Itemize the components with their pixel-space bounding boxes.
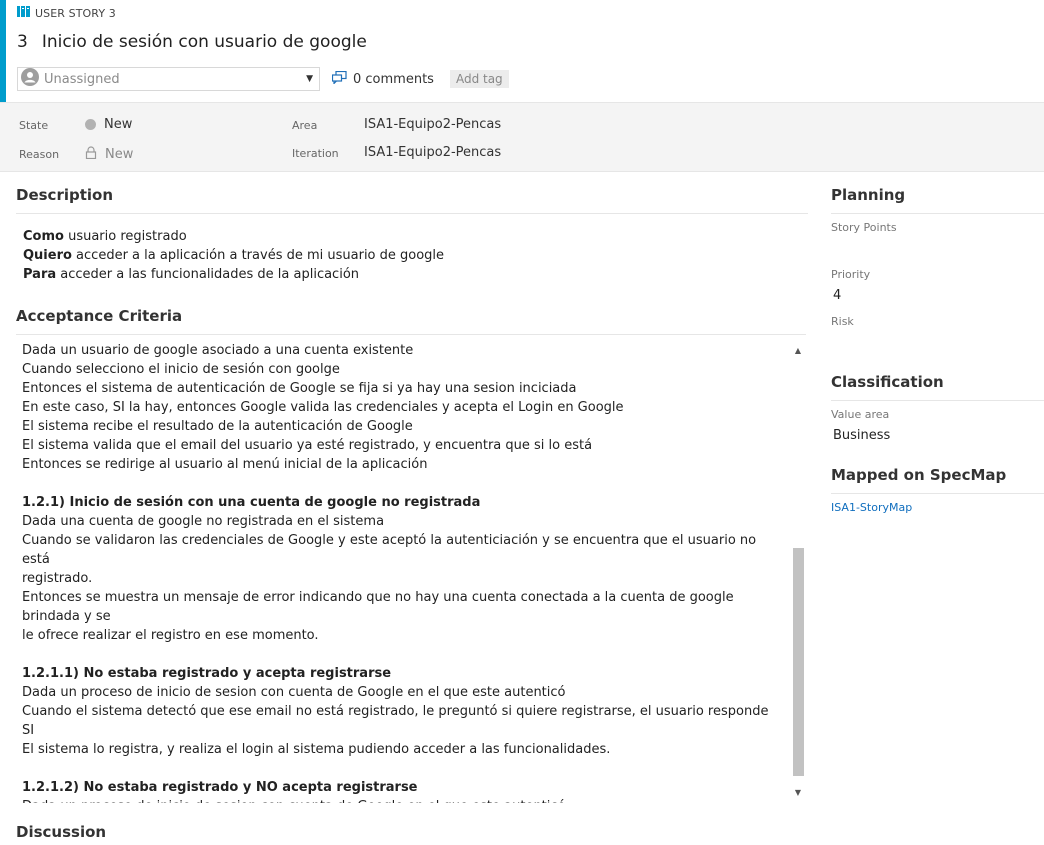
acceptance-line: Entonces el sistema de autenticación de …: [22, 381, 577, 396]
description-field[interactable]: Como usuario registrado Quiero acceder a …: [23, 227, 444, 284]
comments-link[interactable]: 0 comments: [331, 70, 434, 88]
acceptance-line: registrado.: [22, 571, 93, 586]
iteration-value[interactable]: ISA1-Equipo2-Pencas: [364, 145, 501, 160]
description-line: Como usuario registrado: [23, 227, 444, 246]
acceptance-criteria-title: Acceptance Criteria: [16, 307, 183, 325]
area-value[interactable]: ISA1-Equipo2-Pencas: [364, 117, 501, 132]
acceptance-line: Dada un usuario de google asociado a una…: [22, 343, 414, 358]
classification-title: Classification: [831, 373, 944, 391]
state-label: State: [19, 119, 49, 132]
work-item-id: 3: [17, 32, 28, 52]
description-divider: [16, 213, 808, 214]
description-keyword: Como: [23, 229, 64, 244]
reason-field: New: [85, 146, 133, 163]
work-item-title[interactable]: Inicio de sesión con usuario de google: [42, 32, 367, 52]
acceptance-line: En este caso, SI la hay, entonces Google…: [22, 400, 624, 415]
acceptance-heading: 1.2.1) Inicio de sesión con una cuenta d…: [22, 495, 481, 510]
description-text: acceder a la aplicación a través de mi u…: [71, 248, 445, 263]
state-field[interactable]: New: [85, 117, 132, 132]
acceptance-line: Entonces se muestra un mensaje de error …: [22, 590, 734, 624]
priority-value[interactable]: 4: [833, 288, 841, 303]
acceptance-line: El sistema lo registra, y realiza el log…: [22, 742, 611, 757]
chevron-down-icon[interactable]: ▼: [306, 74, 313, 84]
scroll-up-icon[interactable]: ▲: [790, 343, 806, 359]
state-value: New: [104, 117, 133, 132]
description-text: usuario registrado: [63, 229, 187, 244]
planning-title: Planning: [831, 186, 906, 204]
planning-divider: [831, 213, 1044, 214]
scroll-down-icon[interactable]: ▼: [790, 785, 806, 801]
acceptance-line: Dada una cuenta de google no registrada …: [22, 514, 385, 529]
story-points-label: Story Points: [831, 221, 897, 234]
comment-icon: [331, 70, 347, 88]
acceptance-criteria-field[interactable]: Dada un usuario de google asociado a una…: [16, 339, 806, 803]
iteration-label: Iteration: [292, 147, 339, 160]
acceptance-line: El sistema valida que el email del usuar…: [22, 438, 593, 453]
assign-row: Unassigned ▼ 0 comments Add tag: [17, 67, 509, 91]
acceptance-line: El sistema recibe el resultado de la aut…: [22, 419, 413, 434]
priority-label: Priority: [831, 268, 871, 281]
description-keyword: Para: [23, 267, 57, 282]
classification-divider: [831, 400, 1044, 401]
description-line: Quiero acceder a la aplicación a través …: [23, 246, 444, 265]
acceptance-line: Entonces se redirige al usuario al menú …: [22, 457, 428, 472]
header-fields: State New Reason New Area ISA1-Equipo2-P…: [0, 102, 1044, 172]
area-label: Area: [292, 119, 318, 132]
acceptance-line: Dada un proceso de inicio de sesion con …: [22, 685, 566, 700]
risk-label: Risk: [831, 315, 854, 328]
acceptance-line: le ofrece realizar el registro en ese mo…: [22, 628, 319, 643]
lock-icon: [85, 146, 97, 163]
title-row: 3 Inicio de sesión con usuario de google: [17, 32, 367, 52]
reason-value: New: [105, 147, 134, 162]
accent-bar: [0, 0, 6, 102]
description-keyword: Quiero: [23, 248, 72, 263]
description-text: acceder a las funcionalidades de la apli…: [56, 267, 360, 282]
scroll-thumb[interactable]: [793, 548, 804, 776]
acceptance-heading: 1.2.1.1) No estaba registrado y acepta r…: [22, 666, 392, 681]
specmap-title: Mapped on SpecMap: [831, 466, 1007, 484]
acceptance-line: Cuando se validaron las credenciales de …: [22, 533, 757, 567]
comments-count: 0 comments: [353, 71, 434, 87]
acceptance-line: Dada un proceso de inicio de sesion con …: [22, 797, 784, 803]
description-line: Para acceder a las funcionalidades de la…: [23, 265, 444, 284]
discussion-title: Discussion: [16, 823, 107, 841]
acceptance-heading: 1.2.1.2) No estaba registrado y NO acept…: [22, 780, 418, 795]
work-item-type: USER STORY 3: [17, 5, 116, 21]
avatar-icon: [21, 68, 39, 90]
acceptance-criteria-text: Dada un usuario de google asociado a una…: [22, 341, 784, 803]
book-icon: [17, 5, 30, 21]
work-item-header: USER STORY 3 3 Inicio de sesión con usua…: [0, 0, 1044, 102]
acceptance-scrollbar[interactable]: ▲ ▼: [790, 339, 806, 803]
risk-input[interactable]: [831, 330, 1031, 352]
acceptance-line: Cuando el sistema detectó que ese email …: [22, 704, 769, 738]
assignee-value: Unassigned: [44, 71, 120, 87]
description-title: Description: [16, 186, 114, 204]
state-dot-icon: [85, 119, 96, 130]
acceptance-line: Cuando selecciono el inicio de sesión co…: [22, 362, 340, 377]
reason-label: Reason: [19, 148, 60, 161]
acceptance-criteria-divider: [16, 334, 806, 335]
value-area-value[interactable]: Business: [833, 428, 890, 443]
story-points-input[interactable]: [831, 236, 1031, 258]
value-area-label: Value area: [831, 408, 890, 421]
work-item-type-label: USER STORY 3: [35, 6, 116, 20]
specmap-divider: [831, 493, 1044, 494]
assignee-picker[interactable]: Unassigned ▼: [17, 67, 320, 91]
add-tag-button[interactable]: Add tag: [449, 70, 509, 88]
specmap-link[interactable]: ISA1-StoryMap: [831, 501, 912, 514]
